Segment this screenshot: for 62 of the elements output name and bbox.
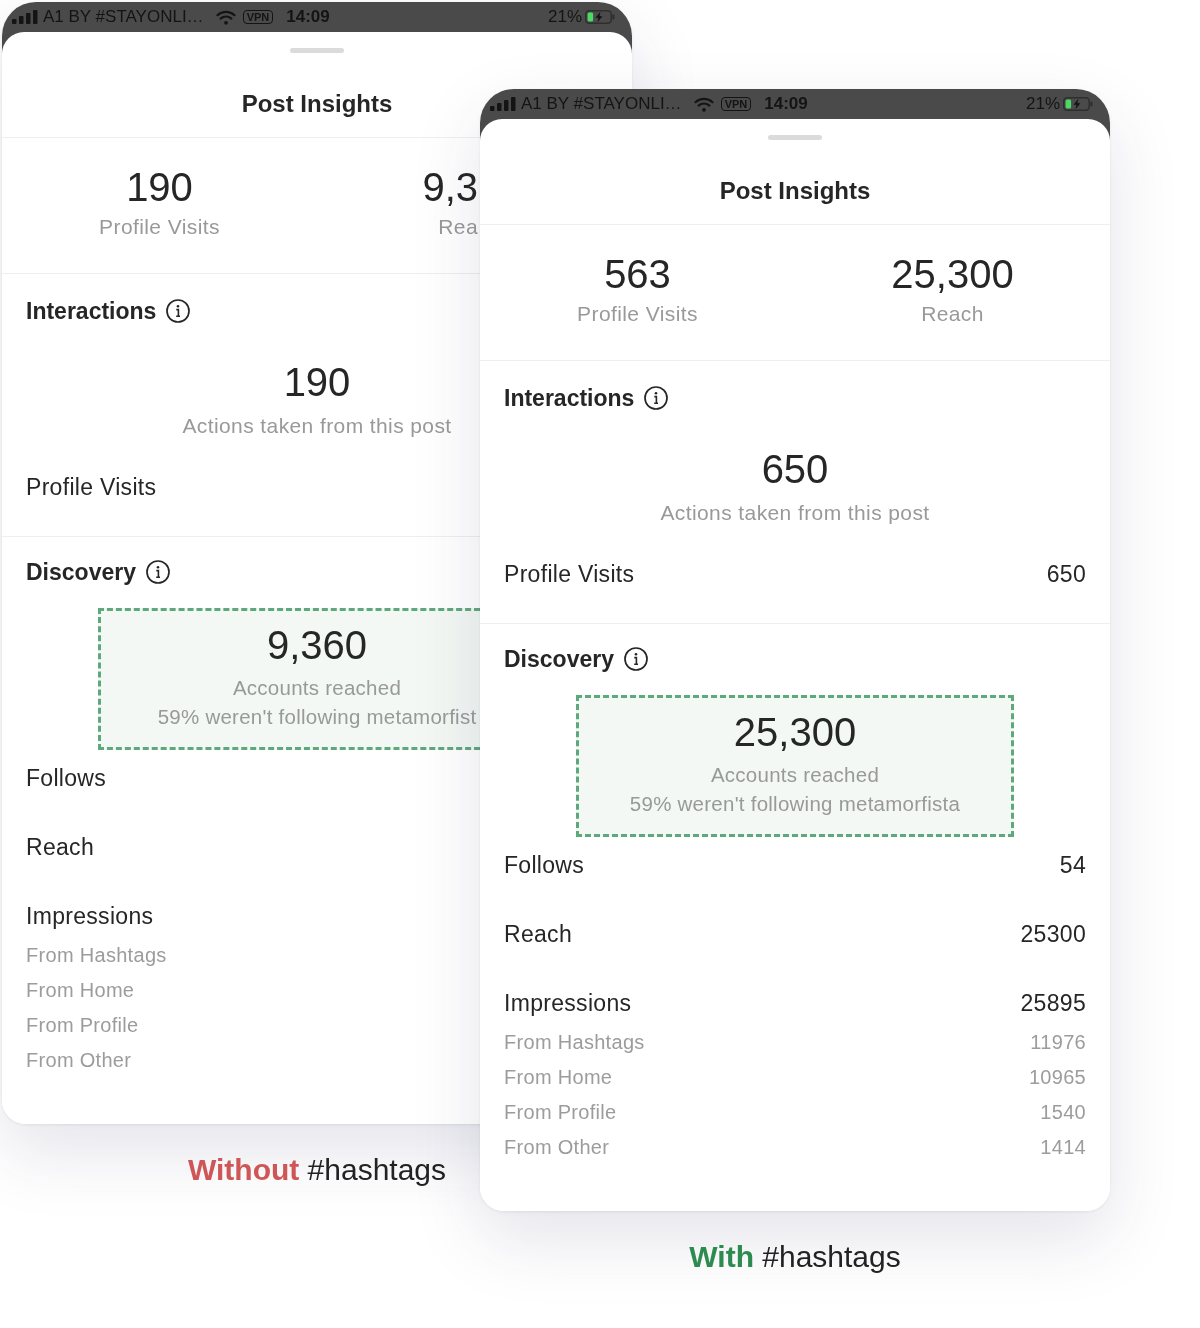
- stat-value: 190: [126, 165, 193, 209]
- section-heading: Interactions: [504, 384, 635, 412]
- stat-label: Profile Visits: [99, 215, 220, 239]
- metric-caption: Actions taken from this post: [660, 501, 930, 525]
- breakdown-label: From Hashtags: [26, 943, 167, 968]
- stat-value: 9,3: [422, 165, 478, 209]
- row-label: Follows: [504, 851, 585, 879]
- section-heading: Discovery: [504, 645, 614, 673]
- section-heading: Discovery: [26, 558, 136, 586]
- row-value: 650: [1046, 560, 1086, 588]
- breakdown-label: From Other: [26, 1048, 132, 1073]
- battery-icon: [1063, 97, 1093, 111]
- info-icon[interactable]: [145, 560, 170, 584]
- highlight-value: 9,360: [266, 623, 368, 667]
- row-value: 54: [1059, 851, 1086, 879]
- row-label: Reach: [26, 833, 94, 861]
- row-label: Impressions: [26, 902, 154, 930]
- breakdown-value: 1540: [1040, 1100, 1086, 1125]
- row-value: 25300: [1020, 920, 1086, 948]
- breakdown-value: 1414: [1040, 1135, 1086, 1160]
- sheet-title: Post Insights: [241, 89, 393, 119]
- sheet-title: Post Insights: [719, 176, 871, 206]
- stat-value: 563: [604, 252, 671, 296]
- breakdown-label: From Home: [504, 1065, 613, 1090]
- breakdown-label: From Profile: [504, 1100, 617, 1125]
- drag-handle[interactable]: [768, 135, 822, 140]
- highlight-note: 59% weren't following metamorfista: [629, 791, 961, 817]
- row-label: Follows: [26, 764, 107, 792]
- wifi-icon: [215, 9, 236, 25]
- highlight-note: 59% weren't following metamorfist: [157, 704, 477, 730]
- section-heading: Interactions: [26, 297, 157, 325]
- breakdown-label: From Hashtags: [504, 1030, 645, 1055]
- stat-label: Profile Visits: [577, 302, 698, 326]
- row-label: Profile Visits: [504, 560, 635, 588]
- metric-value: 650: [761, 447, 829, 491]
- stat-label: Reach: [921, 302, 984, 326]
- row-label: Profile Visits: [26, 473, 157, 501]
- metric-caption: Actions taken from this post: [182, 414, 452, 438]
- metric-value: 190: [283, 360, 351, 404]
- signal-icon: [490, 97, 516, 111]
- signal-icon: [12, 10, 38, 24]
- highlight-caption: Accounts reached: [232, 675, 402, 701]
- breakdown-label: From Other: [504, 1135, 610, 1160]
- row-label: Impressions: [504, 989, 632, 1017]
- stat-value: 25,300: [891, 252, 1014, 296]
- battery-icon: [585, 10, 615, 24]
- info-icon[interactable]: [644, 386, 669, 410]
- wifi-icon: [693, 96, 714, 112]
- breakdown-value: 11976: [1030, 1030, 1086, 1055]
- info-icon[interactable]: [623, 647, 648, 671]
- drag-handle[interactable]: [290, 48, 344, 53]
- row-label: Reach: [504, 920, 572, 948]
- comparison-caption: With #hashtags: [689, 1239, 901, 1275]
- row-value: 25895: [1020, 989, 1086, 1017]
- breakdown-label: From Profile: [26, 1013, 139, 1038]
- stat-label: Rea: [438, 215, 478, 239]
- highlight-value: 25,300: [733, 710, 857, 754]
- info-icon[interactable]: [166, 299, 191, 323]
- highlight-caption: Accounts reached: [710, 762, 880, 788]
- breakdown-value: 10965: [1028, 1065, 1086, 1090]
- comparison-caption: Without #hashtags: [187, 1152, 447, 1188]
- breakdown-label: From Home: [26, 978, 135, 1003]
